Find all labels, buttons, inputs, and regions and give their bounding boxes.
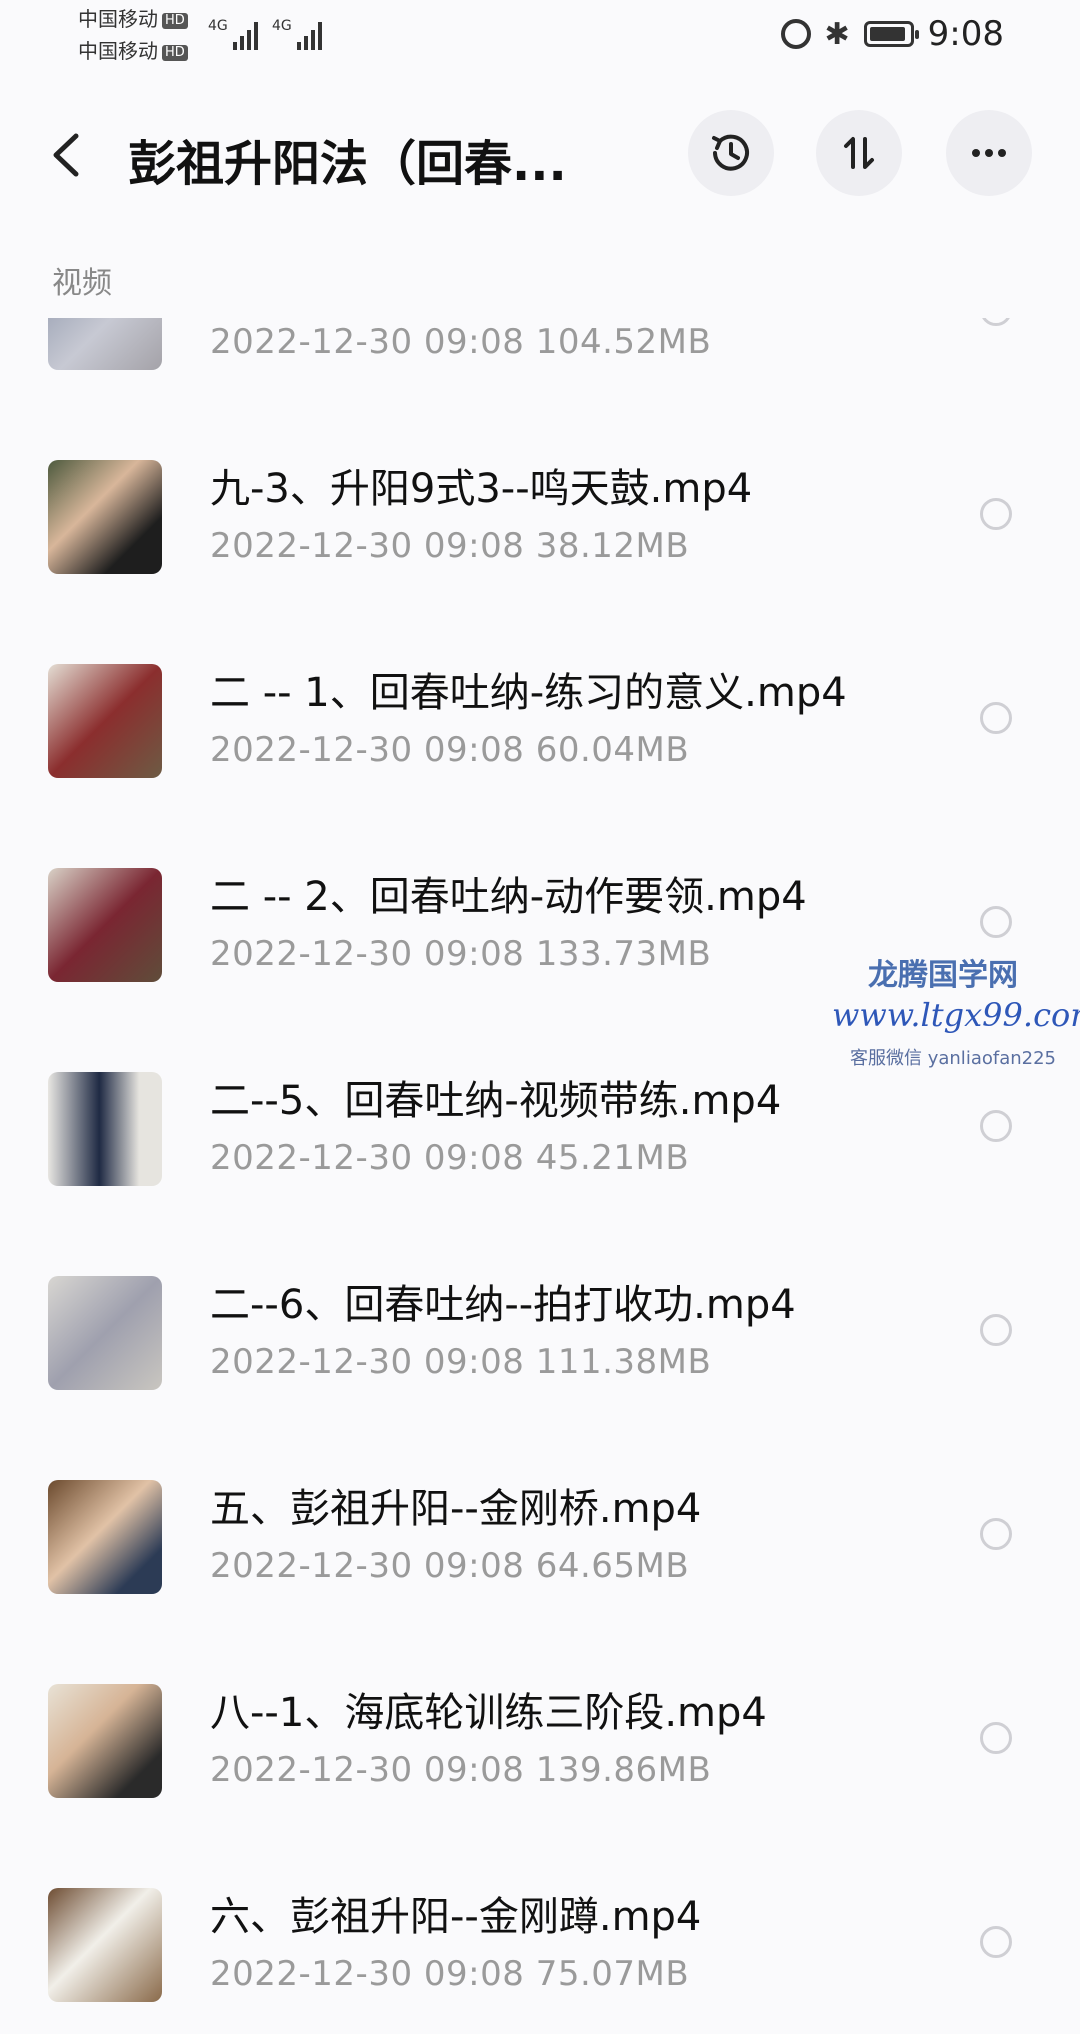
list-item[interactable]: 2022-12-30 09:08 104.52MB [0,318,1080,430]
history-button[interactable] [688,110,774,196]
more-button[interactable] [946,110,1032,196]
list-item[interactable]: 九-3、升阳9式3--鸣天鼓.mp4 2022-12-30 09:08 38.1… [0,430,1080,634]
video-thumbnail [48,1888,162,2002]
watermark-url: www.ltgx99.com [832,996,1080,1034]
sort-icon [844,137,874,169]
file-name: 九-3、升阳9式3--鸣天鼓.mp4 [210,466,753,512]
select-radio[interactable] [980,498,1012,530]
file-meta: 2022-12-30 09:08 38.12MB [210,526,690,566]
list-item[interactable]: 五、彭祖升阳--金刚桥.mp4 2022-12-30 09:08 64.65MB [0,1450,1080,1654]
status-bar: 中国移动 HD 中国移动 HD 4G 4G ✱ 9:08 [0,0,1080,72]
video-thumbnail [48,460,162,574]
video-thumbnail [48,868,162,982]
history-icon [712,134,749,171]
more-icon [972,149,1006,157]
file-name: 五、彭祖升阳--金刚桥.mp4 [210,1486,702,1532]
file-name: 二 -- 1、回春吐纳-练习的意义.mp4 [210,670,847,716]
file-name: 二--6、回春吐纳--拍打收功.mp4 [210,1282,796,1328]
list-item[interactable]: 六、彭祖升阳--金刚蹲.mp4 2022-12-30 09:08 75.07MB [0,1858,1080,2034]
video-thumbnail [48,1072,162,1186]
file-meta: 2022-12-30 09:08 111.38MB [210,1342,712,1382]
select-radio[interactable] [980,1926,1012,1958]
file-name: 八--1、海底轮训练三阶段.mp4 [210,1690,767,1736]
file-meta: 2022-12-30 09:08 45.21MB [210,1138,690,1178]
back-arrow-icon[interactable] [46,128,96,182]
list-item[interactable]: 二--6、回春吐纳--拍打收功.mp4 2022-12-30 09:08 111… [0,1246,1080,1450]
file-meta: 2022-12-30 09:08 104.52MB [210,322,712,362]
file-name: 六、彭祖升阳--金刚蹲.mp4 [210,1894,702,1940]
list-item[interactable]: 二--5、回春吐纳-视频带练.mp4 2022-12-30 09:08 45.2… [0,1042,1080,1246]
video-thumbnail [48,1276,162,1390]
carrier-label-2: 中国移动 HD [78,40,188,62]
file-name: 二--5、回春吐纳-视频带练.mp4 [210,1078,782,1124]
video-thumbnail [48,1684,162,1798]
file-list: 2022-12-30 09:08 104.52MB 九-3、升阳9式3--鸣天鼓… [0,318,1080,2034]
select-radio[interactable] [980,1722,1012,1754]
watermark-title: 龙腾国学网 [868,958,1018,993]
alarm-icon [780,19,811,49]
signal-icon-2: 4G [272,18,322,50]
video-thumbnail [48,664,162,778]
select-radio[interactable] [980,318,1012,326]
battery-icon [863,21,919,47]
select-radio[interactable] [980,906,1012,938]
file-meta: 2022-12-30 09:08 75.07MB [210,1954,690,1994]
signal-icon: 4G [208,18,258,50]
file-meta: 2022-12-30 09:08 60.04MB [210,730,690,770]
video-thumbnail [48,1480,162,1594]
clock-time: 9:08 [927,14,1004,54]
list-item[interactable]: 八--1、海底轮训练三阶段.mp4 2022-12-30 09:08 139.8… [0,1654,1080,1858]
video-thumbnail [48,318,162,370]
select-radio[interactable] [980,1110,1012,1142]
file-meta: 2022-12-30 09:08 139.86MB [210,1750,712,1790]
bluetooth-icon: ✱ [824,16,850,52]
file-meta: 2022-12-30 09:08 133.73MB [210,934,712,974]
sort-button[interactable] [816,110,902,196]
file-name: 二 -- 2、回春吐纳-动作要领.mp4 [210,874,807,920]
page-title: 彭祖升阳法（回春... [128,136,567,192]
select-radio[interactable] [980,1518,1012,1550]
section-header-video: 视频 [52,266,112,301]
watermark-contact: 客服微信 yanliaofan225 [850,1048,1056,1069]
list-item[interactable]: 二 -- 1、回春吐纳-练习的意义.mp4 2022-12-30 09:08 6… [0,634,1080,838]
select-radio[interactable] [980,702,1012,734]
top-app-bar: 彭祖升阳法（回春... [0,100,1080,210]
carrier-label-1: 中国移动 HD [78,8,188,30]
file-meta: 2022-12-30 09:08 64.65MB [210,1546,690,1586]
select-radio[interactable] [980,1314,1012,1346]
